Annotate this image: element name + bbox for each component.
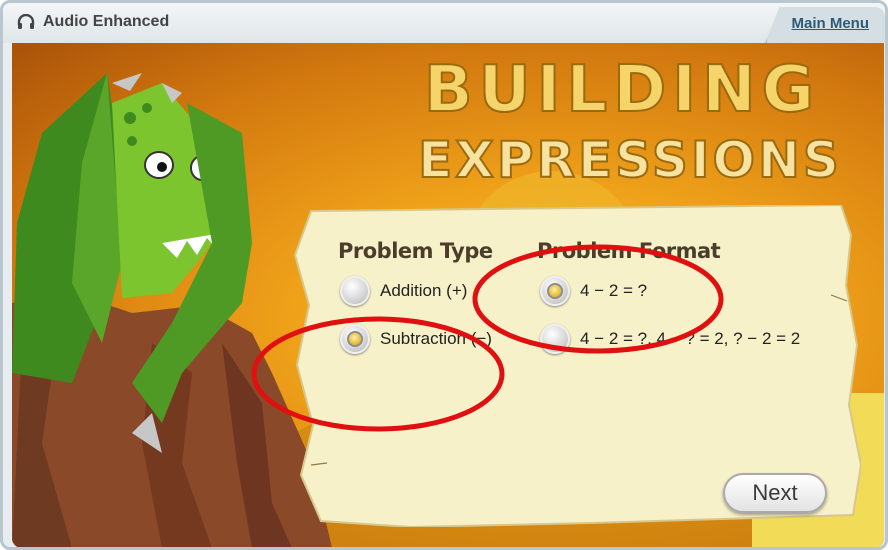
option-format-mixed[interactable]: 4 − 2 = ?, 4 − ? = 2, ? − 2 = 2 [540, 324, 800, 354]
game-title: BUILDING EXPRESSIONS [417, 52, 842, 189]
main-menu-link[interactable]: Main Menu [792, 15, 870, 32]
problem-format-heading: Problem Format [537, 239, 721, 263]
addition-radio[interactable] [340, 276, 370, 306]
format-simple-label: 4 − 2 = ? [580, 281, 648, 300]
top-bar: Audio Enhanced Main Menu [3, 3, 885, 43]
subtraction-label: Subtraction (−) [380, 329, 492, 348]
option-addition[interactable]: Addition (+) [340, 276, 467, 306]
headphones-icon [17, 14, 35, 29]
subtraction-radio[interactable] [340, 324, 370, 354]
option-format-simple[interactable]: 4 − 2 = ? [540, 276, 647, 306]
game-scene: BUILDING EXPRESSIONS Problem Type Proble… [12, 43, 884, 547]
dragon-illustration [12, 73, 332, 547]
problem-type-heading: Problem Type [338, 239, 493, 263]
option-subtraction[interactable]: Subtraction (−) [340, 324, 492, 354]
audio-toggle[interactable]: Audio Enhanced [17, 13, 169, 31]
audio-label: Audio Enhanced [43, 13, 170, 30]
app-frame: Audio Enhanced Main Menu BUILDING EXPRES… [0, 0, 888, 550]
addition-label: Addition (+) [380, 281, 468, 300]
format-mixed-label: 4 − 2 = ?, 4 − ? = 2, ? − 2 = 2 [580, 329, 801, 348]
format-simple-radio[interactable] [540, 276, 570, 306]
format-mixed-radio[interactable] [540, 324, 570, 354]
next-button[interactable]: Next [723, 473, 827, 513]
title-line2: EXPRESSIONS [418, 131, 842, 189]
title-line1: BUILDING [424, 53, 820, 127]
